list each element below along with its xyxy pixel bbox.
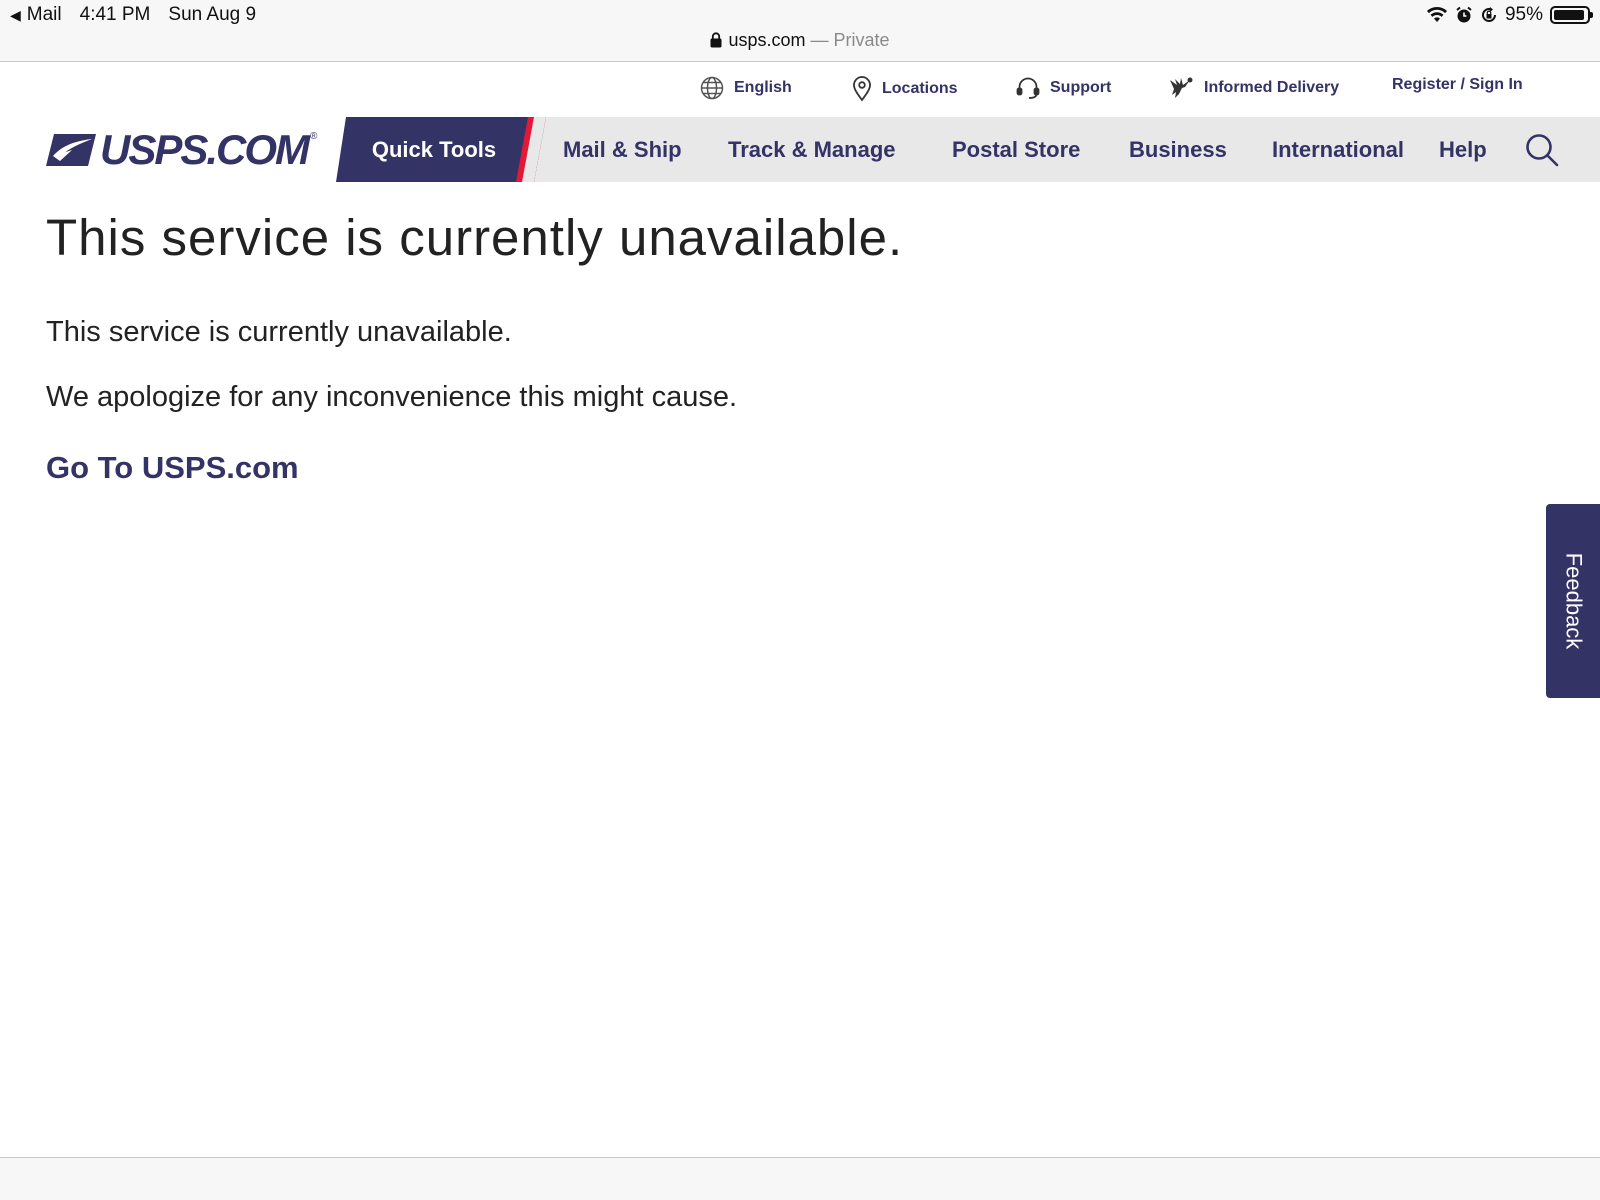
lock-icon: [710, 32, 722, 48]
url-domain: usps.com: [728, 30, 806, 50]
battery-percent: 95%: [1504, 4, 1543, 25]
back-app-label[interactable]: Mail: [27, 4, 62, 26]
support-label: Support: [1050, 79, 1112, 96]
nav-international[interactable]: International: [1272, 117, 1404, 182]
location-pin-icon: [853, 76, 871, 102]
status-bar: ◀ Mail 4:41 PM Sun Aug 9 95% usps.com — …: [0, 0, 1600, 62]
nav-mail-ship[interactable]: Mail & Ship: [563, 117, 682, 182]
back-arrow-icon[interactable]: ◀: [10, 7, 21, 24]
registered-mark: ®: [310, 130, 318, 142]
locations-link[interactable]: Locations: [852, 76, 958, 102]
register-label: Register / Sign In: [1392, 76, 1523, 93]
battery-fill: [1554, 10, 1585, 20]
utility-nav: English Locations Support Informed Deliv…: [0, 76, 1600, 108]
language-link[interactable]: English: [700, 76, 792, 100]
feedback-label: Feedback: [1561, 552, 1586, 650]
usps-logo[interactable]: USPS.COM ®: [46, 125, 317, 175]
informed-delivery-label: Informed Delivery: [1204, 79, 1340, 96]
status-time: 4:41 PM: [79, 4, 151, 25]
status-date: Sun Aug 9: [168, 4, 257, 25]
logo-text: USPS.COM: [100, 126, 310, 173]
main-nav: USPS.COM ® Quick Tools Mail & Ship Track…: [0, 117, 1600, 182]
wifi-icon: [1426, 6, 1447, 22]
nav-track-manage[interactable]: Track & Manage: [728, 117, 896, 182]
page-title: This service is currently unavailable.: [46, 209, 904, 266]
alarm-icon: [1456, 6, 1472, 23]
url-bar[interactable]: usps.com — Private: [0, 30, 1600, 51]
apology-message: We apologize for any inconvenience this …: [46, 381, 738, 413]
bottom-toolbar: [0, 1157, 1600, 1200]
status-right: 95%: [1426, 4, 1593, 26]
language-label: English: [734, 79, 792, 96]
headset-icon: [1016, 77, 1040, 99]
battery-icon: [1550, 6, 1593, 24]
locations-label: Locations: [882, 80, 958, 97]
nav-help[interactable]: Help: [1439, 117, 1487, 182]
register-sign-in-link[interactable]: Register / Sign In: [1392, 76, 1523, 94]
status-left: ◀ Mail 4:41 PM Sun Aug 9: [10, 4, 256, 26]
feedback-tab[interactable]: Feedback: [1546, 504, 1600, 698]
nav-business[interactable]: Business: [1129, 117, 1227, 182]
quick-tools-button[interactable]: Quick Tools: [336, 117, 546, 182]
nav-postal-store[interactable]: Postal Store: [952, 117, 1080, 182]
go-to-usps-link[interactable]: Go To USPS.com: [46, 450, 299, 486]
private-label: — Private: [810, 30, 890, 50]
unavailable-message: This service is currently unavailable.: [46, 316, 512, 348]
globe-icon: [700, 76, 724, 100]
search-button[interactable]: [1524, 132, 1560, 168]
search-icon: [1526, 134, 1559, 167]
eagle-icon: [1170, 77, 1193, 98]
orientation-lock-icon: [1482, 7, 1496, 22]
eagle-logo-icon: [46, 134, 96, 166]
informed-delivery-link[interactable]: Informed Delivery: [1168, 76, 1339, 100]
quick-tools-label: Quick Tools: [371, 136, 497, 162]
support-link[interactable]: Support: [1016, 76, 1111, 100]
